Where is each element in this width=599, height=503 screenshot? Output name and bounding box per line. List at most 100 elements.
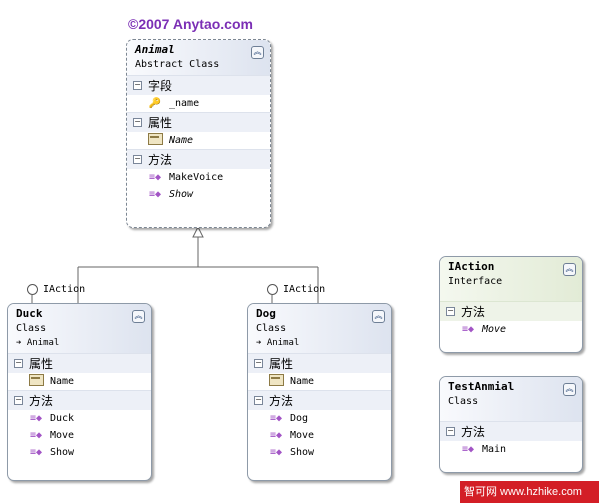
method-icon: ≡◆ — [269, 430, 283, 441]
property-icon — [28, 374, 44, 389]
section-methods[interactable]: − 方法 — [8, 390, 151, 410]
member-name: Show — [50, 447, 75, 458]
section-label: 字段 — [148, 79, 173, 93]
section-properties[interactable]: − 属性 — [127, 112, 270, 132]
class-kind: Interface — [448, 276, 503, 287]
minus-icon[interactable]: − — [446, 307, 455, 316]
member-method[interactable]: ≡◆ MakeVoice — [127, 169, 270, 186]
member-name: Move — [290, 430, 315, 441]
member-property[interactable]: Name — [8, 373, 151, 390]
member-method[interactable]: ≡◆ Dog — [248, 410, 391, 427]
section-fields[interactable]: − 字段 — [127, 75, 270, 95]
member-name: Show — [290, 447, 315, 458]
member-name: Show — [169, 189, 194, 200]
method-icon: ≡◆ — [461, 444, 475, 455]
member-field[interactable]: 🔑 _name — [127, 95, 270, 112]
section-label: 方法 — [29, 394, 54, 408]
section-label: 属性 — [269, 357, 294, 371]
section-methods[interactable]: − 方法 — [440, 421, 582, 441]
member-method[interactable]: ≡◆ Show — [127, 186, 270, 203]
method-icon: ≡◆ — [148, 189, 162, 200]
member-name: Name — [50, 376, 75, 387]
member-name: Duck — [50, 413, 75, 424]
property-icon — [147, 133, 163, 148]
class-kind: Abstract Class — [135, 59, 220, 70]
member-property[interactable]: Name — [248, 373, 391, 390]
field-icon: 🔑 — [148, 98, 162, 109]
section-methods[interactable]: − 方法 — [248, 390, 391, 410]
class-name: IAction — [448, 260, 495, 273]
interface-lollipop-icon — [267, 284, 278, 295]
implements-label: IAction — [283, 284, 326, 295]
minus-icon[interactable]: − — [14, 396, 23, 405]
property-icon — [268, 374, 284, 389]
method-icon: ≡◆ — [29, 430, 43, 441]
section-methods[interactable]: − 方法 — [440, 301, 582, 321]
member-name: _name — [169, 98, 200, 109]
section-label: 属性 — [29, 357, 54, 371]
collapse-icon[interactable]: ︽ — [251, 46, 264, 59]
class-testanmial[interactable]: TestAnmial Class ︽ − 方法 ≡◆ Main — [439, 376, 583, 473]
watermark: 智可网 www.hzhike.com — [460, 481, 599, 503]
member-property[interactable]: Name — [127, 132, 270, 149]
section-label: 方法 — [461, 425, 486, 439]
member-method[interactable]: ≡◆ Move — [440, 321, 582, 338]
member-name: MakeVoice — [169, 172, 224, 183]
class-animal-header: Animal Abstract Class ︽ — [127, 40, 270, 75]
section-properties[interactable]: − 属性 — [248, 353, 391, 373]
collapse-icon[interactable]: ︽ — [563, 383, 576, 396]
section-properties[interactable]: − 属性 — [8, 353, 151, 373]
method-icon: ≡◆ — [29, 413, 43, 424]
minus-icon[interactable]: − — [14, 359, 23, 368]
section-label: 方法 — [461, 305, 486, 319]
member-method[interactable]: ≡◆ Move — [8, 427, 151, 444]
class-name: Duck — [16, 307, 43, 320]
method-icon: ≡◆ — [148, 172, 162, 183]
base-class: ➔ Animal — [256, 338, 300, 348]
member-name: Main — [482, 444, 507, 455]
section-label: 方法 — [148, 153, 173, 167]
method-icon: ≡◆ — [29, 447, 43, 458]
inheritance-arrowhead — [192, 225, 204, 238]
class-name: TestAnmial — [448, 380, 515, 393]
minus-icon[interactable]: − — [133, 118, 142, 127]
section-label: 方法 — [269, 394, 294, 408]
method-icon: ≡◆ — [269, 413, 283, 424]
member-method[interactable]: ≡◆ Duck — [8, 410, 151, 427]
member-name: Name — [169, 135, 194, 146]
class-animal[interactable]: Animal Abstract Class ︽ − 字段 🔑 _name − 属… — [126, 39, 271, 228]
interface-lollipop-icon — [27, 284, 38, 295]
interface-iaction-header: IAction Interface ︽ — [440, 257, 582, 301]
member-method[interactable]: ≡◆ Main — [440, 441, 582, 458]
method-icon: ≡◆ — [461, 324, 475, 335]
base-class: ➔ Animal — [16, 338, 60, 348]
collapse-icon[interactable]: ︽ — [563, 263, 576, 276]
base-class-name: Animal — [26, 338, 60, 348]
class-dog[interactable]: Dog Class ➔ Animal ︽ − 属性 Name − 方法 ≡◆ D… — [247, 303, 392, 481]
class-name: Dog — [256, 307, 276, 320]
class-name: Animal — [135, 43, 175, 56]
member-name: Move — [482, 324, 507, 335]
collapse-icon[interactable]: ︽ — [132, 310, 145, 323]
minus-icon[interactable]: − — [133, 155, 142, 164]
class-duck-header: Duck Class ➔ Animal ︽ — [8, 304, 151, 353]
collapse-icon[interactable]: ︽ — [372, 310, 385, 323]
interface-iaction[interactable]: IAction Interface ︽ − 方法 ≡◆ Move — [439, 256, 583, 353]
base-class-name: Animal — [266, 338, 300, 348]
class-kind: Class — [256, 323, 287, 334]
section-methods[interactable]: − 方法 — [127, 149, 270, 169]
minus-icon[interactable]: − — [254, 396, 263, 405]
minus-icon[interactable]: − — [133, 81, 142, 90]
class-duck[interactable]: Duck Class ➔ Animal ︽ − 属性 Name − 方法 ≡◆ … — [7, 303, 152, 481]
class-dog-header: Dog Class ➔ Animal ︽ — [248, 304, 391, 353]
class-kind: Class — [16, 323, 47, 334]
minus-icon[interactable]: − — [254, 359, 263, 368]
member-method[interactable]: ≡◆ Move — [248, 427, 391, 444]
method-icon: ≡◆ — [269, 447, 283, 458]
member-method[interactable]: ≡◆ Show — [248, 444, 391, 461]
section-label: 属性 — [148, 116, 173, 130]
minus-icon[interactable]: − — [446, 427, 455, 436]
member-method[interactable]: ≡◆ Show — [8, 444, 151, 461]
member-name: Dog — [290, 413, 309, 424]
class-kind: Class — [448, 396, 479, 407]
